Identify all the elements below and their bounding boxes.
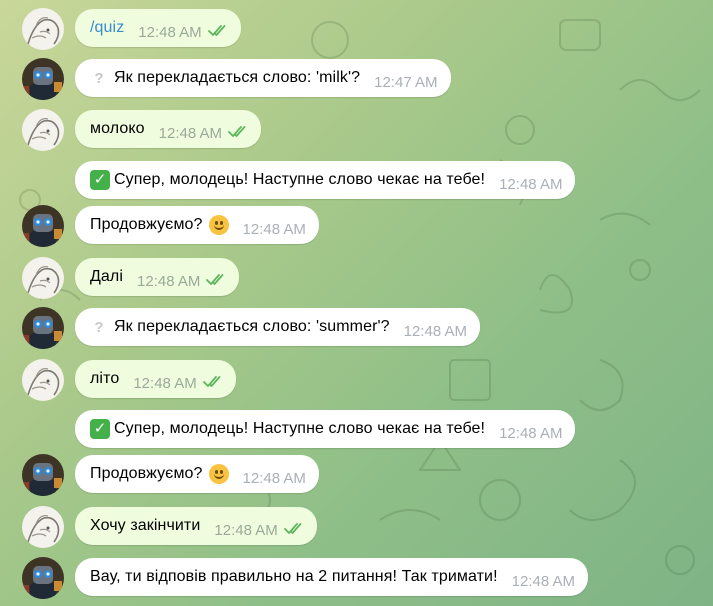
message-time: 12:48 AM: [242, 469, 306, 487]
user-avatar[interactable]: [22, 359, 64, 401]
outgoing-message-bubble[interactable]: Хочу закінчити 12:48 AM: [75, 507, 317, 545]
message-row: Продовжуємо? 12:48 AM: [0, 205, 713, 249]
message-time: 12:48 AM: [214, 521, 278, 539]
message-row: /quiz 12:48 AM: [0, 8, 713, 52]
message-row: ✓ Супер, молодець! Наступне слово чекає н…: [0, 409, 713, 453]
message-time: 12:48 AM: [499, 424, 563, 442]
check-mark-icon: ✓: [90, 419, 110, 439]
bot-command-link[interactable]: /quiz: [90, 19, 124, 37]
message-time: 12:48 AM: [242, 220, 306, 238]
message-time: 12:48 AM: [511, 572, 576, 590]
message-text: Продовжуємо?: [90, 465, 203, 482]
message-text: Супер, молодець! Наступне слово чекає на…: [114, 420, 486, 437]
bot-avatar[interactable]: [22, 454, 64, 496]
message-time: 12:48 AM: [133, 374, 197, 392]
message-time: 12:47 AM: [374, 73, 438, 91]
smile-emoji-icon: [208, 215, 229, 235]
message-row: Далі 12:48 AM: [0, 257, 713, 301]
incoming-message-bubble[interactable]: Продовжуємо? 12:48 AM: [75, 455, 319, 493]
message-time: 12:48 AM: [403, 322, 468, 340]
read-double-check-icon: [207, 25, 226, 36]
user-avatar[interactable]: [22, 109, 64, 151]
incoming-message-bubble[interactable]: Продовжуємо? 12:48 AM: [75, 206, 319, 244]
read-double-check-icon: [283, 523, 302, 534]
user-avatar[interactable]: [22, 8, 64, 50]
bot-avatar[interactable]: [22, 205, 64, 247]
message-row: Вау, ти відповів правильно на 2 питання!…: [0, 557, 713, 601]
bot-avatar[interactable]: [22, 557, 64, 599]
read-double-check-icon: [228, 126, 246, 137]
message-text: Хочу закінчити: [90, 517, 201, 534]
outgoing-message-bubble[interactable]: літо 12:48 AM: [75, 360, 236, 398]
incoming-message-bubble[interactable]: ? Як перекладається слово: 'milk'? 12:47 A…: [75, 59, 451, 97]
message-text: молоко: [90, 120, 145, 137]
incoming-message-bubble[interactable]: ? Як перекладається слово: 'summer'? 12:48…: [75, 308, 481, 346]
message-row: ? Як перекладається слово: 'milk'? 12:47 A…: [0, 58, 713, 102]
question-mark-icon: ?: [94, 318, 104, 336]
message-text: Вау, ти відповів правильно на 2 питання!…: [90, 568, 498, 585]
message-text: Як перекладається слово: 'milk'?: [114, 69, 361, 86]
user-avatar[interactable]: [22, 506, 64, 548]
message-text: літо: [90, 370, 120, 387]
message-text: Як перекладається слово: 'summer'?: [114, 318, 390, 335]
message-row: ✓ Супер, молодець! Наступне слово чекає н…: [0, 160, 713, 204]
outgoing-message-bubble[interactable]: /quiz 12:48 AM: [75, 9, 241, 47]
message-time: 12:48 AM: [499, 175, 563, 193]
message-text: Супер, молодець! Наступне слово чекає на…: [114, 171, 486, 188]
user-avatar[interactable]: [22, 257, 64, 299]
question-mark-icon: ?: [94, 69, 104, 87]
outgoing-message-bubble[interactable]: молоко 12:48 AM: [75, 110, 262, 148]
bot-avatar[interactable]: [22, 307, 64, 349]
message-text: Продовжуємо?: [90, 216, 203, 233]
message-row: літо 12:48 AM: [0, 359, 713, 403]
message-row: Продовжуємо? 12:48 AM: [0, 454, 713, 498]
check-mark-icon: ✓: [90, 170, 110, 190]
message-time: 12:48 AM: [138, 23, 202, 41]
message-row: ? Як перекладається слово: 'summer'? 12:48…: [0, 307, 713, 351]
outgoing-message-bubble[interactable]: Далі 12:48 AM: [75, 258, 240, 296]
message-row: молоко 12:48 AM: [0, 109, 713, 153]
read-double-check-icon: [206, 274, 224, 285]
incoming-message-bubble[interactable]: ✓ Супер, молодець! Наступне слово чекає н…: [75, 161, 576, 199]
message-time: 12:48 AM: [137, 272, 201, 290]
message-time: 12:48 AM: [158, 124, 223, 142]
incoming-message-bubble[interactable]: Вау, ти відповів правильно на 2 питання!…: [75, 558, 589, 596]
read-double-check-icon: [202, 376, 221, 387]
message-text: Далі: [90, 268, 124, 285]
smile-emoji-icon: [208, 464, 229, 484]
message-row: Хочу закінчити 12:48 AM: [0, 506, 713, 550]
incoming-message-bubble[interactable]: ✓ Супер, молодець! Наступне слово чекає н…: [75, 410, 576, 448]
bot-avatar[interactable]: [22, 58, 64, 100]
